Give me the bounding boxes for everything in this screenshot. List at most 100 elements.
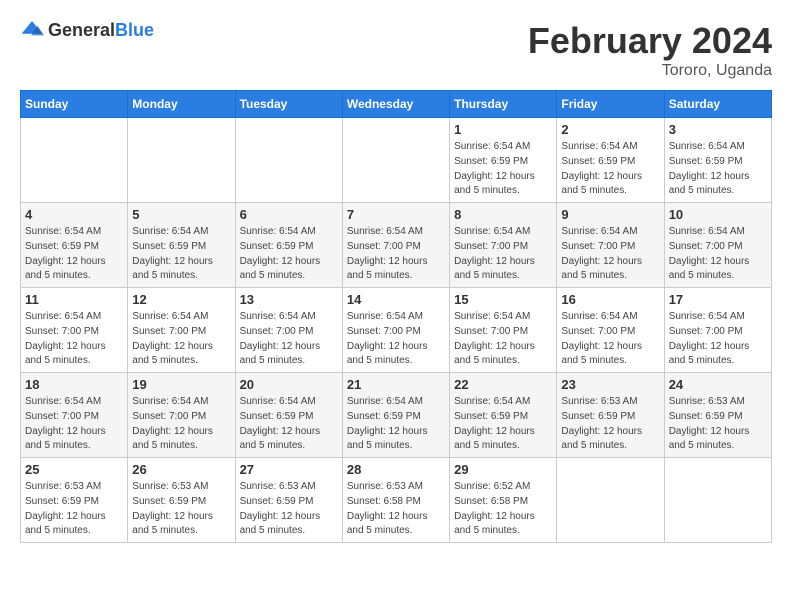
day-number: 5 (132, 207, 230, 222)
calendar-cell: 7 Sunrise: 6:54 AM Sunset: 7:00 PM Dayli… (342, 203, 449, 288)
day-daylight: Daylight: 12 hours and 5 minutes. (347, 510, 445, 538)
day-daylight: Daylight: 12 hours and 5 minutes. (25, 510, 123, 538)
day-sunrise: Sunrise: 6:53 AM (669, 395, 767, 409)
calendar-cell: 5 Sunrise: 6:54 AM Sunset: 6:59 PM Dayli… (128, 203, 235, 288)
cell-content: 18 Sunrise: 6:54 AM Sunset: 7:00 PM Dayl… (25, 377, 123, 453)
day-daylight: Daylight: 12 hours and 5 minutes. (240, 510, 338, 538)
day-number: 1 (454, 122, 552, 137)
day-sunset: Sunset: 6:59 PM (240, 495, 338, 509)
day-daylight: Daylight: 12 hours and 5 minutes. (669, 255, 767, 283)
calendar-title: February 2024 (528, 20, 772, 62)
day-sunset: Sunset: 6:59 PM (25, 240, 123, 254)
day-sunrise: Sunrise: 6:54 AM (347, 395, 445, 409)
day-number: 23 (561, 377, 659, 392)
day-sunrise: Sunrise: 6:54 AM (347, 310, 445, 324)
day-daylight: Daylight: 12 hours and 5 minutes. (454, 255, 552, 283)
cell-content: 16 Sunrise: 6:54 AM Sunset: 7:00 PM Dayl… (561, 292, 659, 368)
day-sunrise: Sunrise: 6:54 AM (25, 395, 123, 409)
cell-content: 29 Sunrise: 6:52 AM Sunset: 6:58 PM Dayl… (454, 462, 552, 538)
day-sunset: Sunset: 6:58 PM (347, 495, 445, 509)
cell-content: 3 Sunrise: 6:54 AM Sunset: 6:59 PM Dayli… (669, 122, 767, 198)
day-number: 16 (561, 292, 659, 307)
cell-content: 19 Sunrise: 6:54 AM Sunset: 7:00 PM Dayl… (132, 377, 230, 453)
day-sunrise: Sunrise: 6:54 AM (132, 395, 230, 409)
day-number: 29 (454, 462, 552, 477)
day-daylight: Daylight: 12 hours and 5 minutes. (132, 255, 230, 283)
day-daylight: Daylight: 12 hours and 5 minutes. (347, 425, 445, 453)
day-sunset: Sunset: 7:00 PM (454, 240, 552, 254)
day-sunrise: Sunrise: 6:54 AM (561, 310, 659, 324)
day-daylight: Daylight: 12 hours and 5 minutes. (454, 510, 552, 538)
day-sunset: Sunset: 7:00 PM (669, 240, 767, 254)
day-daylight: Daylight: 12 hours and 5 minutes. (132, 340, 230, 368)
cell-content: 10 Sunrise: 6:54 AM Sunset: 7:00 PM Dayl… (669, 207, 767, 283)
day-daylight: Daylight: 12 hours and 5 minutes. (454, 425, 552, 453)
cell-content: 20 Sunrise: 6:54 AM Sunset: 6:59 PM Dayl… (240, 377, 338, 453)
day-sunset: Sunset: 6:59 PM (132, 240, 230, 254)
day-number: 20 (240, 377, 338, 392)
day-sunset: Sunset: 7:00 PM (347, 240, 445, 254)
day-daylight: Daylight: 12 hours and 5 minutes. (454, 340, 552, 368)
day-sunrise: Sunrise: 6:54 AM (240, 310, 338, 324)
cell-content: 8 Sunrise: 6:54 AM Sunset: 7:00 PM Dayli… (454, 207, 552, 283)
day-number: 4 (25, 207, 123, 222)
day-daylight: Daylight: 12 hours and 5 minutes. (240, 425, 338, 453)
day-sunrise: Sunrise: 6:54 AM (454, 310, 552, 324)
cell-content: 24 Sunrise: 6:53 AM Sunset: 6:59 PM Dayl… (669, 377, 767, 453)
day-number: 26 (132, 462, 230, 477)
day-sunrise: Sunrise: 6:53 AM (347, 480, 445, 494)
calendar-cell: 4 Sunrise: 6:54 AM Sunset: 6:59 PM Dayli… (21, 203, 128, 288)
day-sunset: Sunset: 6:59 PM (561, 155, 659, 169)
calendar-cell: 28 Sunrise: 6:53 AM Sunset: 6:58 PM Dayl… (342, 458, 449, 543)
day-daylight: Daylight: 12 hours and 5 minutes. (561, 255, 659, 283)
day-daylight: Daylight: 12 hours and 5 minutes. (561, 425, 659, 453)
calendar-cell: 20 Sunrise: 6:54 AM Sunset: 6:59 PM Dayl… (235, 373, 342, 458)
day-sunrise: Sunrise: 6:54 AM (132, 225, 230, 239)
header-wednesday: Wednesday (342, 91, 449, 118)
day-daylight: Daylight: 12 hours and 5 minutes. (25, 425, 123, 453)
calendar-cell: 21 Sunrise: 6:54 AM Sunset: 6:59 PM Dayl… (342, 373, 449, 458)
cell-content: 28 Sunrise: 6:53 AM Sunset: 6:58 PM Dayl… (347, 462, 445, 538)
calendar-subtitle: Tororo, Uganda (528, 62, 772, 80)
calendar-cell: 3 Sunrise: 6:54 AM Sunset: 6:59 PM Dayli… (664, 118, 771, 203)
cell-content: 22 Sunrise: 6:54 AM Sunset: 6:59 PM Dayl… (454, 377, 552, 453)
day-sunset: Sunset: 7:00 PM (25, 410, 123, 424)
calendar-cell (664, 458, 771, 543)
day-sunset: Sunset: 6:59 PM (240, 410, 338, 424)
calendar-cell: 14 Sunrise: 6:54 AM Sunset: 7:00 PM Dayl… (342, 288, 449, 373)
day-number: 12 (132, 292, 230, 307)
day-sunset: Sunset: 6:59 PM (347, 410, 445, 424)
day-number: 22 (454, 377, 552, 392)
calendar-cell: 26 Sunrise: 6:53 AM Sunset: 6:59 PM Dayl… (128, 458, 235, 543)
header-thursday: Thursday (450, 91, 557, 118)
day-sunset: Sunset: 7:00 PM (347, 325, 445, 339)
day-number: 19 (132, 377, 230, 392)
day-number: 2 (561, 122, 659, 137)
calendar-cell (557, 458, 664, 543)
day-sunrise: Sunrise: 6:53 AM (240, 480, 338, 494)
day-sunrise: Sunrise: 6:54 AM (669, 225, 767, 239)
day-number: 15 (454, 292, 552, 307)
header-sunday: Sunday (21, 91, 128, 118)
day-sunset: Sunset: 7:00 PM (25, 325, 123, 339)
calendar-cell: 10 Sunrise: 6:54 AM Sunset: 7:00 PM Dayl… (664, 203, 771, 288)
day-sunset: Sunset: 6:59 PM (454, 410, 552, 424)
calendar-cell: 11 Sunrise: 6:54 AM Sunset: 7:00 PM Dayl… (21, 288, 128, 373)
cell-content: 7 Sunrise: 6:54 AM Sunset: 7:00 PM Dayli… (347, 207, 445, 283)
day-number: 8 (454, 207, 552, 222)
header-monday: Monday (128, 91, 235, 118)
day-daylight: Daylight: 12 hours and 5 minutes. (132, 510, 230, 538)
day-sunset: Sunset: 6:59 PM (669, 155, 767, 169)
calendar-week-1: 4 Sunrise: 6:54 AM Sunset: 6:59 PM Dayli… (21, 203, 772, 288)
calendar-week-3: 18 Sunrise: 6:54 AM Sunset: 7:00 PM Dayl… (21, 373, 772, 458)
day-daylight: Daylight: 12 hours and 5 minutes. (454, 170, 552, 198)
day-number: 28 (347, 462, 445, 477)
calendar-cell: 12 Sunrise: 6:54 AM Sunset: 7:00 PM Dayl… (128, 288, 235, 373)
day-number: 27 (240, 462, 338, 477)
cell-content: 15 Sunrise: 6:54 AM Sunset: 7:00 PM Dayl… (454, 292, 552, 368)
day-number: 14 (347, 292, 445, 307)
day-sunset: Sunset: 7:00 PM (132, 410, 230, 424)
day-sunrise: Sunrise: 6:54 AM (561, 140, 659, 154)
cell-content: 14 Sunrise: 6:54 AM Sunset: 7:00 PM Dayl… (347, 292, 445, 368)
weekday-header-row: Sunday Monday Tuesday Wednesday Thursday… (21, 91, 772, 118)
